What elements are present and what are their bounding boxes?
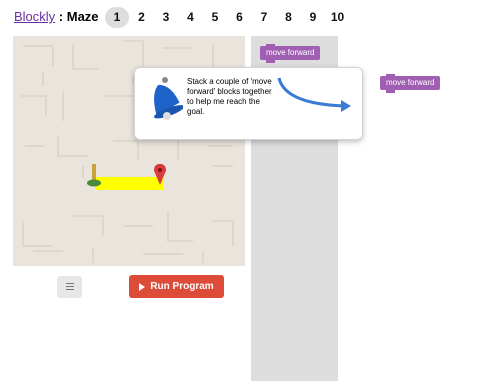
level-2-button[interactable]: 2 [130, 7, 154, 28]
toolbox-move-forward-block[interactable]: move forward [260, 44, 321, 63]
toggle-view-button[interactable] [57, 276, 82, 298]
level-6-button[interactable]: 6 [228, 7, 252, 28]
page-name: Maze [66, 9, 99, 24]
blockly-link[interactable]: Blockly [14, 9, 55, 24]
level-4-button[interactable]: 4 [179, 7, 203, 28]
workspace-move-forward-block[interactable]: move forward [380, 74, 441, 93]
hint-text: Stack a couple of 'move forward' blocks … [187, 77, 272, 116]
curved-arrow-icon [277, 77, 351, 112]
level-1-button[interactable]: 1 [105, 7, 129, 28]
goal-marker-icon [154, 164, 166, 185]
level-10-button[interactable]: 10 [326, 7, 350, 28]
header: Blockly : Maze 1 2 3 4 5 6 7 8 9 10 [0, 0, 496, 34]
menu-lines-icon [66, 283, 74, 284]
level-3-button[interactable]: 3 [154, 7, 178, 28]
play-icon [139, 282, 146, 291]
level-7-button[interactable]: 7 [252, 7, 276, 28]
level-9-button[interactable]: 9 [301, 7, 325, 28]
hint-bubble: Stack a couple of 'move forward' blocks … [134, 67, 363, 140]
run-program-button[interactable]: Run Program [129, 275, 224, 298]
level-selector: 1 2 3 4 5 6 7 8 9 10 [105, 7, 350, 28]
bell-icon [153, 77, 183, 120]
run-program-label: Run Program [150, 281, 214, 292]
level-8-button[interactable]: 8 [277, 7, 301, 28]
block-notch [386, 74, 395, 77]
block-label: move forward [266, 48, 315, 57]
page-title: Blockly : Maze [14, 9, 99, 24]
block-notch [266, 44, 275, 47]
block-label: move forward [386, 78, 435, 87]
block-tab [386, 90, 395, 93]
title-separator: : [55, 9, 67, 24]
block-tab [266, 60, 275, 63]
pegman-icon [87, 164, 101, 187]
level-5-button[interactable]: 5 [203, 7, 227, 28]
